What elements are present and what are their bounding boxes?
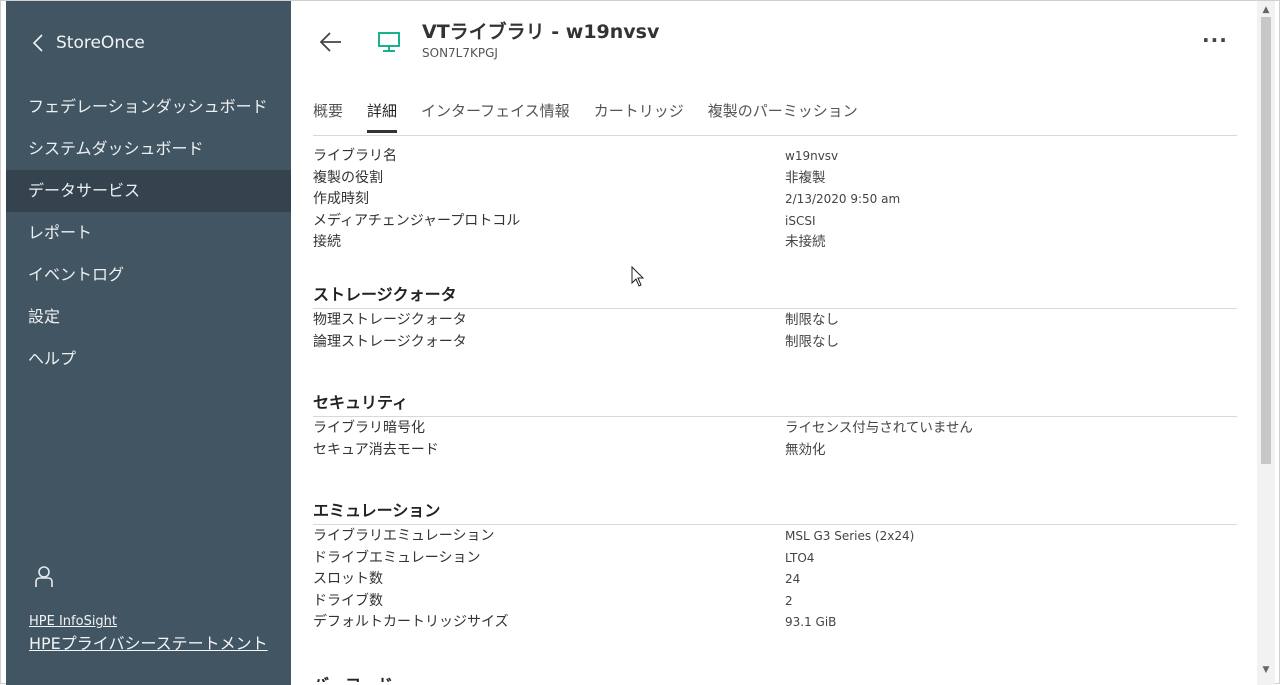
nav-help[interactable]: ヘルプ (6, 338, 291, 380)
detail-row: 作成時刻 2/13/2020 9:50 am (313, 189, 1237, 211)
security-section: セキュリティ ライブラリ暗号化 ライセンス付与されていません セキュア消去モード… (313, 390, 1237, 461)
nav-system-dashboard[interactable]: システムダッシュボード (6, 128, 291, 170)
section-title-cut: バーコード (313, 672, 393, 682)
detail-row: 物理ストレージクォータ 制限なし (313, 310, 1237, 332)
detail-value: 2 (785, 593, 793, 608)
section-title: エミュレーション (313, 498, 1237, 525)
back-arrow-icon[interactable] (319, 31, 343, 53)
monitor-icon (378, 32, 400, 52)
scrollbar-thumb[interactable] (1261, 17, 1271, 464)
detail-label: ライブラリエミュレーション (313, 528, 495, 544)
detail-value: MSL G3 Series (2x24) (785, 529, 915, 543)
sidebar: StoreOnce フェデレーションダッシュボード システムダッシュボード デー… (6, 1, 291, 685)
tab-cartridges[interactable]: カートリッジ (594, 97, 684, 133)
window: StoreOnce フェデレーションダッシュボード システムダッシュボード デー… (0, 0, 1280, 685)
detail-value: 制限なし (785, 333, 839, 350)
detail-row: 複製の役割 非複製 (313, 168, 1237, 190)
user-icon[interactable] (34, 565, 54, 589)
sidebar-nav: フェデレーションダッシュボード システムダッシュボード データサービス レポート… (6, 86, 291, 380)
detail-label: メディアチェンジャープロトコル (313, 212, 521, 229)
detail-value: 24 (785, 572, 801, 586)
detail-row: ドライブエミュレーション LTO4 (313, 548, 1237, 570)
detail-label: デフォルトカートリッジサイズ (313, 614, 509, 630)
nav-federation-dashboard[interactable]: フェデレーションダッシュボード (6, 86, 291, 128)
nav-reports[interactable]: レポート (6, 212, 291, 254)
scroll-down-icon[interactable]: ▼ (1261, 665, 1271, 675)
storage-section: ストレージクォータ 物理ストレージクォータ 制限なし 論理ストレージクォータ 制… (313, 282, 1237, 353)
detail-value: 非複製 (785, 169, 826, 186)
detail-row: デフォルトカートリッジサイズ 93.1 GiB (313, 612, 1237, 634)
mouse-cursor-icon (631, 266, 645, 287)
tab-bar: 概要 詳細 インターフェイス情報 カートリッジ 複製のパーミッション (313, 97, 1237, 136)
detail-row: セキュア消去モード 無効化 (313, 440, 1237, 462)
footer-links: HPE InfoSight HPEプライバシーステートメント (29, 613, 268, 657)
infosight-link[interactable]: HPE InfoSight (29, 613, 268, 631)
detail-value: 93.1 GiB (785, 615, 837, 629)
detail-value: ライセンス付与されていません (785, 420, 973, 436)
nav-event-log[interactable]: イベントログ (6, 254, 291, 296)
detail-label: ドライブエミュレーション (313, 549, 481, 566)
section-title: セキュリティ (313, 390, 1237, 417)
page-subtitle: SON7L7KPGJ (422, 46, 498, 60)
detail-label: 複製の役割 (313, 169, 383, 186)
detail-label: 論理ストレージクォータ (313, 333, 467, 350)
more-menu-icon[interactable]: ··· (1202, 30, 1227, 53)
detail-label: ドライブ数 (313, 592, 383, 609)
detail-row: スロット数 24 (313, 569, 1237, 591)
detail-row: 論理ストレージクォータ 制限なし (313, 332, 1237, 354)
detail-label: セキュア消去モード (313, 441, 439, 458)
main-panel: VTライブラリ - w19nvsv SON7L7KPGJ ··· 概要 詳細 イ… (291, 1, 1257, 685)
app-title: StoreOnce (56, 33, 145, 53)
detail-label: 物理ストレージクォータ (313, 312, 467, 328)
privacy-link[interactable]: HPEプライバシーステートメント (29, 631, 268, 657)
detail-label: 作成時刻 (313, 191, 369, 207)
detail-label: 接続 (313, 234, 341, 250)
tab-overview[interactable]: 概要 (313, 97, 343, 133)
tab-replication-permissions[interactable]: 複製のパーミッション (708, 97, 858, 133)
back-to-storeonce[interactable]: StoreOnce (33, 30, 145, 56)
detail-value: iSCSI (785, 213, 816, 228)
detail-value: w19nvsv (785, 149, 839, 163)
detail-row: ドライブ数 2 (313, 591, 1237, 613)
detail-row: ライブラリ暗号化 ライセンス付与されていません (313, 418, 1237, 440)
detail-row: ライブラリ名 w19nvsv (313, 146, 1237, 168)
detail-row: ライブラリエミュレーション MSL G3 Series (2x24) (313, 526, 1237, 548)
general-section: ライブラリ名 w19nvsv 複製の役割 非複製 作成時刻 2/13/2020 … (313, 146, 1237, 254)
scroll-up-icon[interactable]: ▲ (1261, 5, 1271, 15)
detail-value: 未接続 (785, 234, 826, 250)
chevron-left-icon (33, 34, 43, 52)
nav-data-services[interactable]: データサービス (6, 170, 291, 212)
detail-label: スロット数 (313, 571, 383, 587)
detail-label: ライブラリ名 (313, 148, 397, 164)
vertical-scrollbar[interactable]: ▲ ▼ (1257, 1, 1275, 685)
section-title: ストレージクォータ (313, 282, 1237, 309)
detail-label: ライブラリ暗号化 (313, 420, 425, 436)
detail-row: メディアチェンジャープロトコル iSCSI (313, 211, 1237, 233)
tab-interface-info[interactable]: インターフェイス情報 (421, 97, 570, 133)
page-title: VTライブラリ - w19nvsv (422, 21, 660, 43)
nav-settings[interactable]: 設定 (6, 296, 291, 338)
detail-value: LTO4 (785, 550, 815, 565)
tab-details[interactable]: 詳細 (367, 97, 398, 133)
detail-value: 制限なし (785, 312, 839, 328)
emulation-section: エミュレーション ライブラリエミュレーション MSL G3 Series (2x… (313, 498, 1237, 634)
detail-value: 無効化 (785, 441, 826, 458)
detail-row: 接続 未接続 (313, 232, 1237, 254)
detail-value: 2/13/2020 9:50 am (785, 192, 901, 206)
